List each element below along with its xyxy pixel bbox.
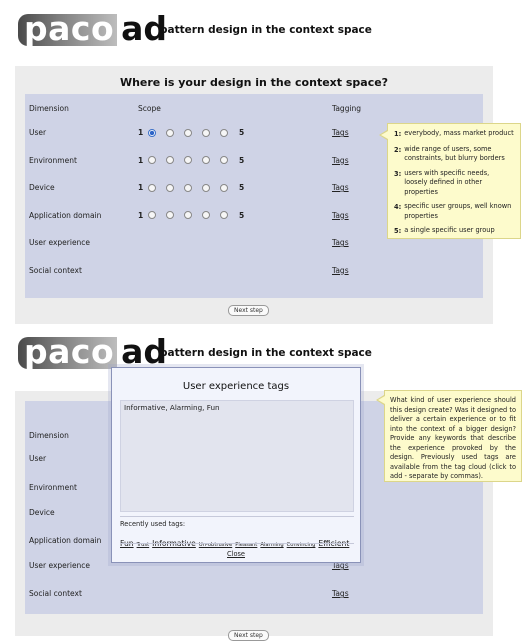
next-step-button-2[interactable]: Next step (228, 630, 269, 641)
tag-cloud: FunTrustInformativeUn-obtrusivePleasantA… (120, 531, 352, 550)
legend-text: specific user groups, well known propert… (404, 202, 512, 220)
logo: paco ad (18, 12, 176, 46)
legend-text: a single specific user group (404, 226, 495, 235)
scope-radio-2[interactable] (166, 128, 174, 137)
legend-text: everybody, mass market product (404, 129, 514, 137)
scope-radio-4[interactable] (202, 128, 210, 137)
legend-item: 4: specific user groups, well known prope… (394, 202, 514, 221)
user-experience-tags-dialog: User experience tags Informative, Alarmi… (111, 367, 361, 563)
legend-number: 3: (394, 169, 402, 178)
scope-radio-4[interactable] (202, 183, 210, 192)
dimension-label: Device (29, 508, 55, 517)
tagline: pattern design in the context space (160, 24, 372, 36)
scope-radio-2[interactable] (166, 183, 174, 192)
dimension-label: Social context (29, 589, 82, 598)
dimension-label: User experience (29, 238, 91, 247)
scope-radio-5[interactable] (220, 128, 228, 137)
scope-radio-5[interactable] (220, 183, 228, 192)
legend-item: 5: a single specific user group (394, 226, 514, 237)
tags-link[interactable]: Tags (332, 266, 349, 275)
tagline-2: pattern design in the context space (160, 347, 372, 359)
help-text: What kind of user experience should this… (390, 396, 516, 481)
scope-legend-note: 1: everybody, mass market product 2: wide r… (379, 123, 521, 239)
scope-radio-1[interactable] (148, 156, 156, 164)
legend-item: 2: wide range of users, some constraints,… (394, 145, 514, 164)
dimension-label: Dimension (29, 431, 69, 440)
scope-radio-3[interactable] (184, 211, 192, 219)
scope-radio-5[interactable] (220, 156, 228, 164)
tags-link[interactable]: Tags (332, 183, 349, 192)
tags-link[interactable]: Tags (332, 589, 349, 598)
legend-number: 2: (394, 145, 402, 154)
legend-text: users with specific needs, loosely defin… (404, 168, 490, 196)
next-step-button[interactable]: Next step (228, 305, 269, 316)
scope-radio-1[interactable] (148, 183, 156, 192)
scope-radio-2[interactable] (166, 211, 174, 219)
scope-radio-5[interactable] (220, 211, 228, 219)
scope-radio-4[interactable] (202, 211, 210, 219)
page-title: Where is your design in the context spac… (119, 76, 389, 89)
dimension-label: Application domain (29, 536, 102, 545)
tags-link[interactable]: Tags (332, 211, 349, 220)
recent-tags-label: Recently used tags: (120, 520, 186, 528)
logo-left-text: paco (18, 12, 118, 46)
dimension-label: Environment (29, 483, 77, 492)
divider (120, 516, 354, 517)
scale-min: 1 (138, 155, 144, 165)
header-tagging: Tagging (332, 104, 362, 113)
logo-2: paco ad (18, 335, 176, 369)
scale-max: 5 (239, 210, 245, 220)
tags-link[interactable]: Tags (332, 238, 349, 247)
dialog-title: User experience tags (182, 381, 290, 392)
dimension-label: Device (29, 183, 55, 192)
logo-left-text: paco (18, 335, 118, 369)
dimension-label: User (29, 128, 47, 137)
dimension-label: Environment (29, 155, 77, 165)
scale-min: 1 (138, 183, 144, 192)
help-note: What kind of user experience should this… (376, 390, 522, 482)
header-scope: Scope (138, 104, 161, 113)
tags-textarea[interactable]: Informative, Alarming, Fun (120, 400, 354, 512)
tags-link[interactable]: Tags (332, 128, 349, 137)
scope-radio-3[interactable] (184, 183, 192, 192)
dimension-label: Application domain (29, 210, 102, 220)
legend-text: wide range of users, some constraints, b… (404, 144, 505, 163)
tags-link[interactable]: Tags (332, 156, 349, 165)
dimension-label: User experience (29, 561, 91, 570)
scale-min: 1 (138, 210, 144, 220)
close-link[interactable]: Close (227, 550, 245, 558)
scope-radio-3[interactable] (184, 128, 192, 137)
scope-radio-2[interactable] (166, 156, 174, 164)
legend-number: 1: (394, 130, 402, 138)
dimension-label: User (29, 454, 47, 463)
legend-item: 1: everybody, mass market product (394, 129, 514, 140)
scale-max: 5 (239, 128, 245, 137)
header-dimension: Dimension (29, 104, 69, 113)
legend-number: 5: (394, 227, 402, 236)
legend-item: 3: users with specific needs, loosely def… (394, 169, 514, 198)
scope-radio-1[interactable] (148, 211, 156, 219)
scope-radio-3[interactable] (184, 156, 192, 164)
close-link-wrap: Close (112, 550, 360, 558)
scale-max: 5 (239, 183, 245, 192)
scope-radio-4[interactable] (202, 156, 210, 164)
scope-radio-1[interactable] (148, 128, 156, 137)
legend-number: 4: (394, 203, 402, 212)
divider (120, 543, 354, 544)
scale-max: 5 (239, 155, 245, 165)
dimension-label: Social context (29, 265, 82, 275)
scale-min: 1 (138, 128, 144, 137)
